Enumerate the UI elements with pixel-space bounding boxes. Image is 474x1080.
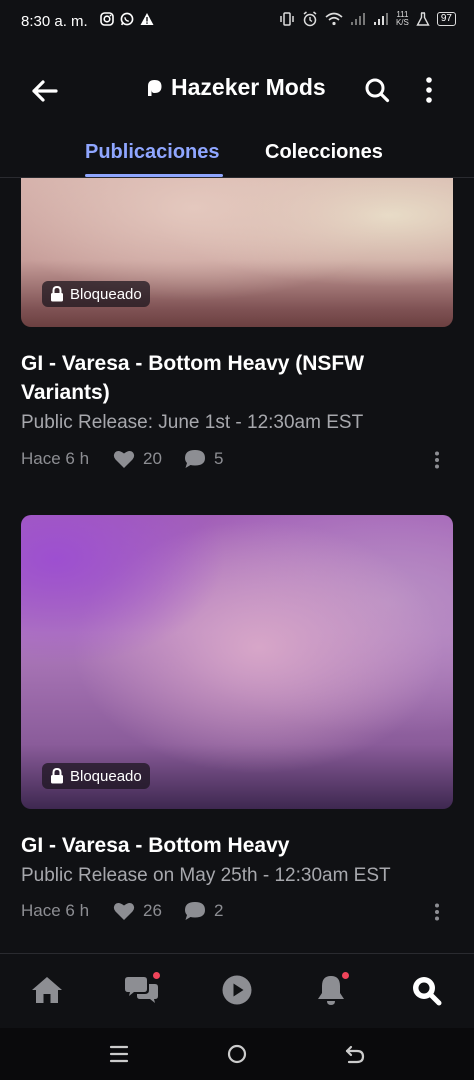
back-button[interactable] (26, 73, 62, 109)
nav-home[interactable] (27, 970, 67, 1010)
post-subtitle: Public Release on May 25th - 12:30am EST (21, 865, 391, 886)
nav-notifications[interactable] (311, 970, 351, 1010)
home-icon (32, 977, 62, 1003)
net-speed: 111 K/S (396, 11, 409, 27)
notification-dot (153, 972, 160, 979)
post-more-button[interactable] (428, 900, 446, 924)
status-time: 8:30 a. m. (21, 13, 88, 30)
status-left-icons (100, 12, 154, 26)
like-count: 20 (143, 449, 162, 468)
locked-badge: Bloqueado (42, 763, 150, 789)
locked-badge: Bloqueado (42, 281, 150, 307)
bell-icon (318, 976, 344, 1005)
post-title[interactable]: GI - Varesa - Bottom Heavy (NSFW Variant… (21, 349, 441, 407)
recents-icon (109, 1045, 129, 1063)
tab-publicaciones[interactable]: Publicaciones (85, 141, 220, 164)
alarm-icon (303, 11, 317, 27)
creator-title: Hazeker Mods (145, 74, 326, 101)
comment-icon[interactable] (184, 449, 206, 469)
flask-icon (416, 12, 430, 26)
status-right-icons: 111 K/S 97 (279, 11, 456, 27)
locked-badge-label: Bloqueado (70, 767, 142, 785)
search-icon (413, 977, 442, 1006)
signal-icon-2 (373, 13, 388, 25)
back-arrow-icon (345, 1045, 365, 1064)
patreon-logo-icon (148, 79, 162, 96)
comment-count: 5 (213, 449, 224, 468)
page-title: Hazeker Mods (171, 74, 326, 100)
lock-icon (51, 286, 63, 302)
recents-button[interactable] (104, 1040, 134, 1068)
heart-icon[interactable] (113, 901, 135, 921)
nav-play[interactable] (217, 970, 257, 1010)
search-button[interactable] (360, 73, 394, 107)
like-count: 26 (143, 901, 162, 920)
post-meta: Hace 6 h 26 2 (21, 901, 245, 921)
locked-badge-label: Bloqueado (70, 285, 142, 303)
more-options-button[interactable] (418, 73, 440, 107)
nav-search[interactable] (406, 970, 446, 1010)
post-time: Hace 6 h (21, 901, 90, 920)
warning-icon (140, 13, 154, 25)
home-system-button[interactable] (222, 1040, 252, 1068)
post-title[interactable]: GI - Varesa - Bottom Heavy (21, 831, 441, 860)
play-icon (222, 975, 252, 1005)
wifi-icon (325, 12, 343, 26)
more-vertical-icon (435, 451, 439, 469)
circle-home-icon (227, 1044, 247, 1064)
net-speed-unit: K/S (395, 18, 409, 27)
back-system-button[interactable] (340, 1040, 370, 1068)
instagram-icon (100, 12, 114, 26)
post-subtitle: Public Release: June 1st - 12:30am EST (21, 412, 364, 433)
whatsapp-icon (120, 12, 134, 26)
tab-colecciones[interactable]: Colecciones (265, 141, 383, 164)
more-vertical-icon (426, 77, 432, 103)
comment-count: 2 (213, 901, 224, 920)
vibrate-icon (280, 12, 294, 26)
nav-chats[interactable] (122, 970, 162, 1010)
lock-icon (51, 768, 63, 784)
comment-icon[interactable] (184, 901, 206, 921)
heart-icon[interactable] (113, 449, 135, 469)
more-vertical-icon (435, 903, 439, 921)
notification-dot (342, 972, 349, 979)
arrow-left-icon (32, 80, 58, 102)
post-more-button[interactable] (428, 448, 446, 472)
post-time: Hace 6 h (21, 449, 90, 468)
signal-icon (350, 13, 365, 25)
battery-indicator: 97 (436, 12, 456, 26)
search-icon (365, 78, 390, 103)
post-meta: Hace 6 h 20 5 (21, 449, 245, 469)
